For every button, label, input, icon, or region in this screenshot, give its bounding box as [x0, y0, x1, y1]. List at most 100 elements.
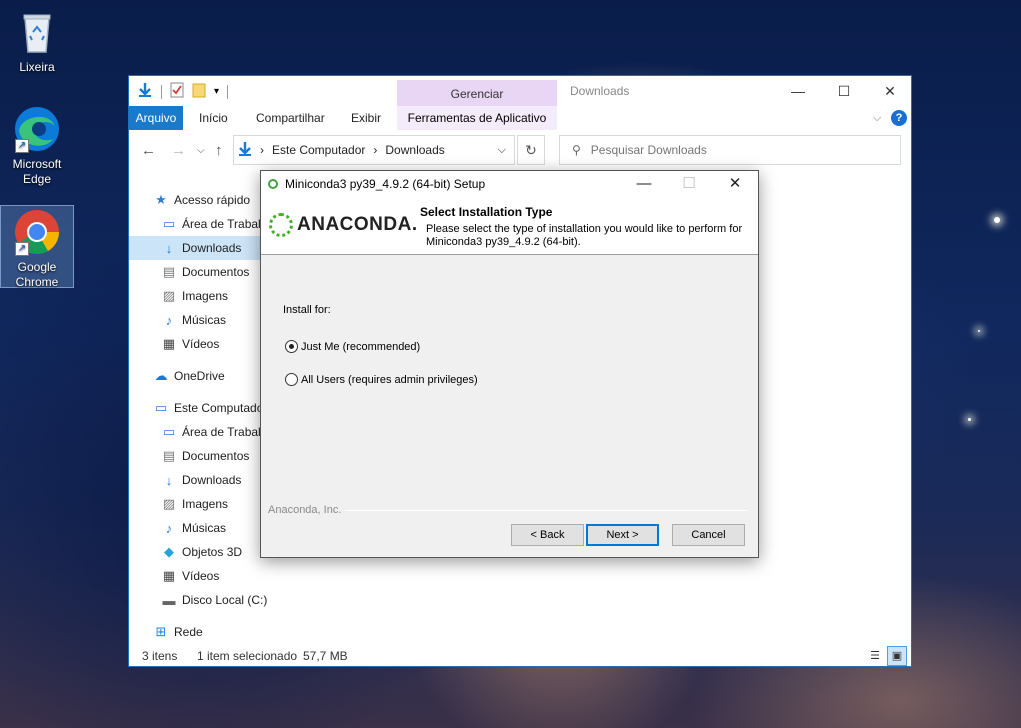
- anaconda-ring-icon: [269, 213, 293, 237]
- star-icon: ★: [155, 192, 167, 207]
- setup-app-icon: [268, 179, 278, 189]
- breadcrumb-separator-icon: ›: [260, 143, 264, 157]
- install-for-label: Install for:: [283, 304, 331, 316]
- sidebar-item-label: Vídeos: [182, 337, 220, 351]
- minimize-button[interactable]: —: [775, 76, 821, 106]
- window-title: Downloads: [570, 84, 630, 98]
- sidebar-item-label: Acesso rápido: [174, 193, 251, 207]
- toolbar-separator: [227, 84, 229, 99]
- sidebar-item-disco-local[interactable]: ▬ Disco Local (C:): [129, 588, 287, 612]
- radio-unselected-icon[interactable]: [285, 373, 298, 386]
- music-icon: ♪: [165, 312, 173, 328]
- tab-exibir[interactable]: Exibir: [351, 106, 381, 130]
- download-icon: ↓: [165, 240, 173, 256]
- cube-icon: ◆: [164, 544, 174, 559]
- dialog-header: ANACONDA. Select Installation Type Pleas…: [261, 197, 758, 255]
- dialog-title: Miniconda3 py39_4.9.2 (64-bit) Setup: [285, 177, 486, 191]
- desktop-icon-chrome[interactable]: ↗ Google Chrome: [0, 205, 74, 289]
- chrome-icon: ↗: [13, 208, 61, 256]
- search-input[interactable]: [590, 143, 871, 157]
- recycle-bin-icon: [13, 8, 61, 56]
- address-bar[interactable]: › Este Computador › Downloads ⌵: [233, 135, 515, 165]
- tab-arquivo[interactable]: Arquivo: [129, 106, 183, 130]
- shortcut-arrow-icon: ↗: [15, 139, 29, 153]
- setup-dialog[interactable]: Miniconda3 py39_4.9.2 (64-bit) Setup — ☐…: [260, 170, 759, 558]
- sidebar-item-label: Músicas: [182, 521, 227, 535]
- document-icon: ▤: [162, 264, 176, 279]
- sidebar-item-label: Documentos: [182, 449, 250, 463]
- brand-text: Anaconda, Inc.: [268, 504, 342, 516]
- back-button[interactable]: < Back: [511, 524, 584, 546]
- back-arrow-icon[interactable]: ←: [141, 142, 156, 159]
- selection-count: 1 item selecionado: [197, 649, 298, 663]
- cancel-button[interactable]: Cancel: [672, 524, 745, 546]
- tab-inicio[interactable]: Início: [199, 106, 228, 130]
- new-folder-icon[interactable]: [192, 82, 206, 101]
- tab-ferramentas-de-aplicativo[interactable]: Ferramentas de Aplicativo: [397, 106, 557, 130]
- tab-gerenciar[interactable]: Gerenciar: [397, 80, 557, 106]
- desktop-icon-edge[interactable]: ↗ Microsoft Edge: [0, 105, 74, 189]
- sidebar-item-label: Downloads: [182, 241, 242, 255]
- sidebar-item-label: Downloads: [182, 473, 242, 487]
- star-decoration: [978, 330, 980, 332]
- music-icon: ♪: [165, 520, 173, 536]
- divider: [345, 509, 748, 511]
- download-folder-icon: [137, 82, 153, 101]
- next-button[interactable]: Next >: [586, 524, 659, 546]
- anaconda-logo-text: ANACONDA.: [297, 214, 418, 235]
- dialog-minimize-button[interactable]: —: [621, 171, 667, 197]
- desktop-icon: ▭: [162, 424, 176, 439]
- sidebar-item-label: Objetos 3D: [182, 545, 243, 559]
- large-icons-view-icon[interactable]: ▣: [887, 646, 907, 666]
- forward-arrow-icon[interactable]: →: [171, 142, 186, 159]
- breadcrumb-downloads[interactable]: Downloads: [385, 143, 444, 157]
- cloud-icon: ☁: [154, 368, 168, 383]
- maximize-button[interactable]: ☐: [821, 76, 867, 106]
- computer-icon: ▭: [154, 400, 168, 415]
- desktop-icon-label: Google Chrome: [15, 260, 59, 289]
- address-dropdown-icon[interactable]: ⌵: [498, 144, 506, 157]
- dialog-title-bar[interactable]: Miniconda3 py39_4.9.2 (64-bit) Setup — ☐…: [261, 171, 758, 197]
- sidebar-item-videos[interactable]: ▦ Vídeos: [129, 564, 287, 588]
- desktop-icon: ▭: [162, 216, 176, 231]
- download-icon: ↓: [165, 472, 173, 488]
- document-icon: ▤: [162, 448, 176, 463]
- expand-ribbon-icon[interactable]: ⌵: [873, 106, 881, 130]
- desktop-icon-label: Lixeira: [19, 60, 55, 74]
- search-field[interactable]: ⚲: [559, 135, 901, 165]
- shortcut-arrow-icon: ↗: [15, 242, 29, 256]
- star-decoration: [968, 418, 971, 421]
- step-title: Select Installation Type: [420, 205, 553, 219]
- sidebar-item-label: Documentos: [182, 265, 250, 279]
- sidebar-item-label: Imagens: [182, 289, 229, 303]
- recent-locations-icon[interactable]: ⌵: [197, 145, 205, 156]
- breadcrumb-este-computador[interactable]: Este Computador: [272, 143, 365, 157]
- details-view-icon[interactable]: ☰: [865, 646, 885, 666]
- properties-icon[interactable]: [170, 82, 184, 101]
- sidebar-item-rede[interactable]: ⊞ Rede: [129, 620, 287, 640]
- drive-icon: ▬: [162, 592, 176, 608]
- tab-compartilhar[interactable]: Compartilhar: [256, 106, 325, 130]
- help-icon[interactable]: ?: [891, 110, 907, 126]
- sidebar-item-label: Vídeos: [182, 569, 220, 583]
- video-icon: ▦: [162, 336, 176, 351]
- image-icon: ▨: [162, 496, 176, 511]
- radio-just-me[interactable]: Just Me (recommended): [285, 340, 420, 353]
- customize-toolbar-icon[interactable]: ▾: [214, 86, 219, 97]
- item-count: 3 itens: [142, 649, 178, 663]
- up-arrow-icon[interactable]: ↑: [215, 142, 223, 159]
- branding-line: Anaconda, Inc.: [268, 504, 748, 516]
- explorer-title-bar[interactable]: ▾ Gerenciar Downloads — ☐ ✕: [129, 76, 911, 106]
- radio-all-users[interactable]: All Users (requires admin privileges): [285, 373, 478, 386]
- radio-selected-icon[interactable]: [285, 340, 298, 353]
- ribbon-tabs: Arquivo Início Compartilhar Exibir Ferra…: [129, 106, 911, 130]
- sidebar-item-label: Músicas: [182, 313, 227, 327]
- refresh-button[interactable]: ↻: [517, 135, 545, 165]
- toolbar-separator: [161, 84, 162, 99]
- quick-access-toolbar: ▾: [137, 82, 229, 101]
- close-button[interactable]: ✕: [867, 76, 913, 106]
- image-icon: ▨: [162, 288, 176, 303]
- desktop-icon-recycle-bin[interactable]: Lixeira: [0, 8, 74, 76]
- desktop-icon-label: Microsoft Edge: [12, 157, 62, 186]
- dialog-close-button[interactable]: ✕: [712, 171, 758, 197]
